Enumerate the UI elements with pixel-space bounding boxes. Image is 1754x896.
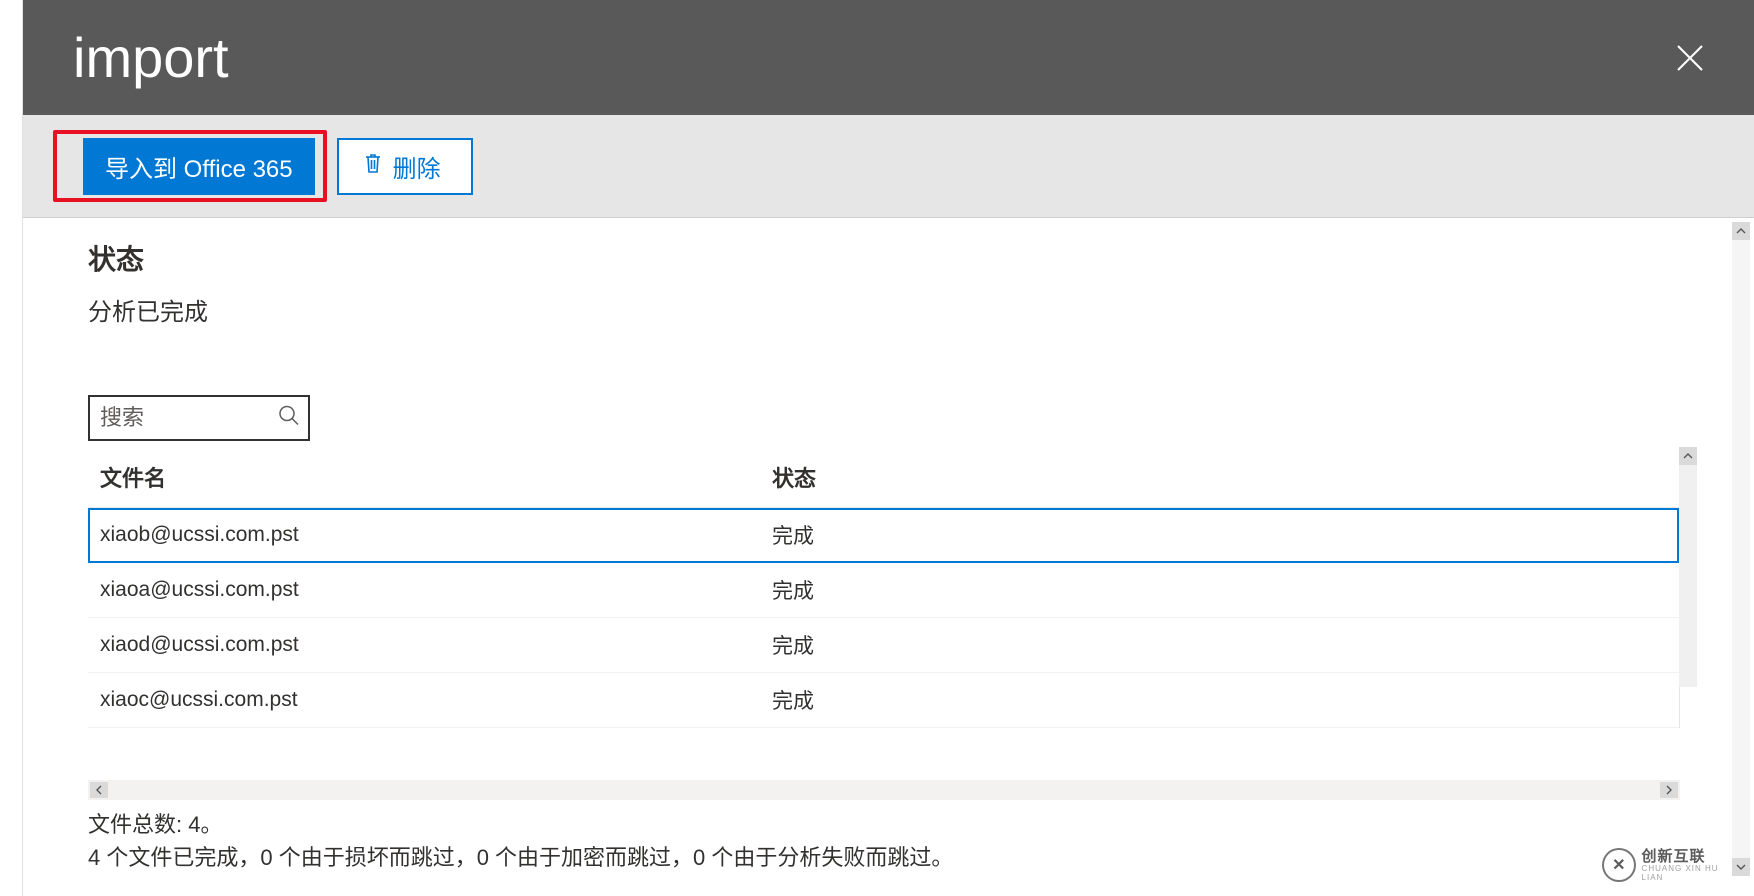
cell-state: 完成 [760, 508, 1679, 563]
summary-detail: 4 个文件已完成，0 个由于损坏而跳过，0 个由于加密而跳过，0 个由于分析失败… [88, 841, 1680, 874]
table-header-row: 文件名 状态 [88, 447, 1679, 508]
status-heading: 状态 [88, 238, 1680, 278]
status-text: 分析已完成 [88, 292, 1680, 327]
cell-filename: xiaod@ucssi.com.pst [88, 618, 760, 673]
scroll-right-arrow-icon[interactable] [1660, 782, 1678, 798]
list-vertical-scrollbar[interactable] [1679, 447, 1697, 687]
table-row[interactable]: xiaob@ucssi.com.pst完成 [88, 508, 1679, 563]
cell-state: 完成 [760, 563, 1679, 618]
watermark-text: 创新互联 [1642, 849, 1742, 864]
table-row[interactable]: xiaod@ucssi.com.pst完成 [88, 618, 1679, 673]
import-to-office365-button[interactable]: 导入到 Office 365 [83, 138, 315, 195]
watermark: ✕ 创新互联 CHUANG XIN HU LIAN [1602, 846, 1742, 884]
file-table: 文件名 状态 xiaob@ucssi.com.pst完成xiaoa@ucssi.… [88, 447, 1680, 728]
content-scroll[interactable]: 状态 分析已完成 文件名 状态 xiaob@ucssi.com.pst完成x [23, 218, 1730, 896]
panel-header: import [23, 0, 1754, 115]
watermark-subtext: CHUANG XIN HU LIAN [1642, 864, 1742, 882]
panel-title: import [73, 25, 229, 90]
cell-state: 完成 [760, 618, 1679, 673]
column-state[interactable]: 状态 [760, 447, 1679, 508]
search-wrap [88, 395, 310, 441]
table-row[interactable]: xiaoa@ucssi.com.pst完成 [88, 563, 1679, 618]
close-icon [1675, 43, 1705, 73]
panel-vertical-scrollbar[interactable] [1732, 222, 1750, 876]
delete-button-label: 删除 [393, 149, 441, 184]
table-row[interactable]: xiaoc@ucssi.com.pst完成 [88, 673, 1679, 728]
cell-state: 完成 [760, 673, 1679, 728]
close-button[interactable] [1672, 40, 1708, 76]
summary: 文件总数: 4。 4 个文件已完成，0 个由于损坏而跳过，0 个由于加密而跳过，… [23, 800, 1730, 886]
watermark-logo-icon: ✕ [1602, 848, 1636, 882]
import-panel: import 导入到 Office 365 删除 状态 分析已完成 [22, 0, 1754, 896]
summary-total: 文件总数: 4。 [88, 808, 1680, 841]
cell-filename: xiaoa@ucssi.com.pst [88, 563, 760, 618]
column-filename[interactable]: 文件名 [88, 447, 760, 508]
delete-button[interactable]: 删除 [337, 138, 473, 195]
content: 状态 分析已完成 文件名 状态 xiaob@ucssi.com.pst完成x [23, 218, 1730, 800]
scroll-left-arrow-icon[interactable] [90, 782, 108, 798]
scroll-up-arrow-icon[interactable] [1679, 447, 1697, 465]
search-input[interactable] [88, 395, 310, 441]
toolbar: 导入到 Office 365 删除 [23, 115, 1754, 218]
trash-icon [363, 152, 383, 181]
scroll-up-arrow-icon[interactable] [1732, 222, 1750, 240]
cell-filename: xiaob@ucssi.com.pst [88, 508, 760, 563]
cell-filename: xiaoc@ucssi.com.pst [88, 673, 760, 728]
list-horizontal-scrollbar[interactable] [88, 780, 1680, 800]
